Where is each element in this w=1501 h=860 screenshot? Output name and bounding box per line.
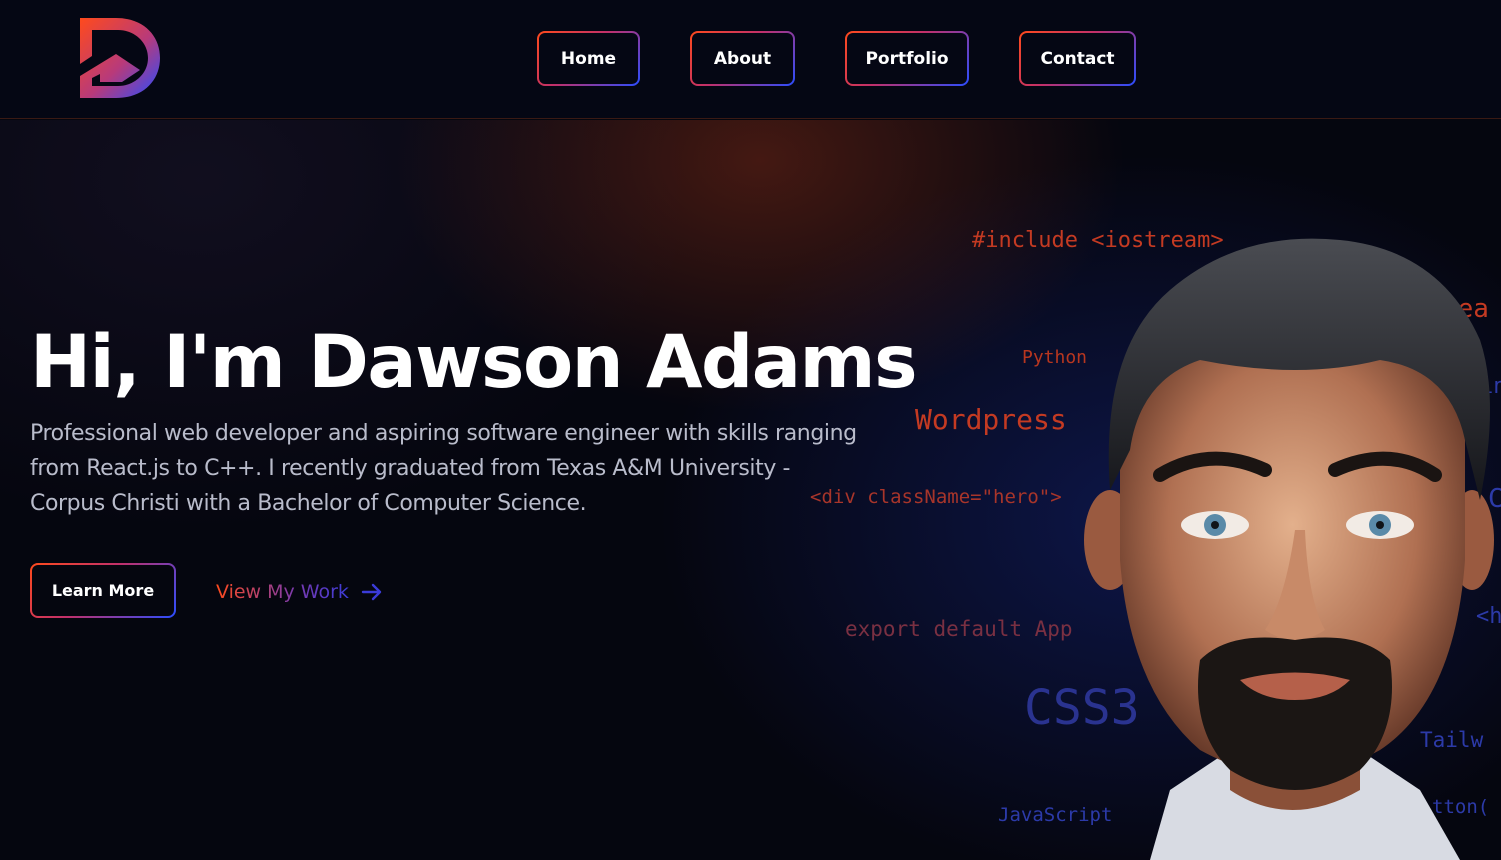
site-header: Home About Portfolio Contact — [0, 0, 1501, 119]
view-my-work-label: View My Work — [216, 581, 349, 603]
nav-about-button[interactable]: About — [690, 31, 795, 86]
nav-home-label: Home — [539, 33, 638, 84]
hero-section: #include <iostream> Rea Python Wordpress… — [0, 120, 1501, 860]
nav-about-label: About — [692, 33, 793, 84]
view-my-work-link[interactable]: View My Work — [216, 578, 383, 606]
portrait-image — [1084, 238, 1494, 860]
code-word-wordpress: Wordpress — [915, 403, 1067, 436]
logo-icon[interactable] — [78, 16, 162, 100]
nav-portfolio-label: Portfolio — [847, 33, 967, 84]
learn-more-button[interactable]: Learn More — [30, 563, 176, 618]
nav-home-button[interactable]: Home — [537, 31, 640, 86]
hero-intro: Professional web developer and aspiring … — [30, 421, 857, 516]
nav-contact-label: Contact — [1021, 33, 1134, 84]
code-word-export: export default App — [845, 617, 1073, 641]
hero-headline: Hi, I'm Dawson Adams — [30, 320, 918, 405]
arrow-right-icon — [361, 583, 382, 601]
code-word-python: Python — [1022, 347, 1088, 368]
nav-contact-button[interactable]: Contact — [1019, 31, 1136, 86]
nav-portfolio-button[interactable]: Portfolio — [845, 31, 969, 86]
learn-more-label: Learn More — [32, 565, 174, 616]
